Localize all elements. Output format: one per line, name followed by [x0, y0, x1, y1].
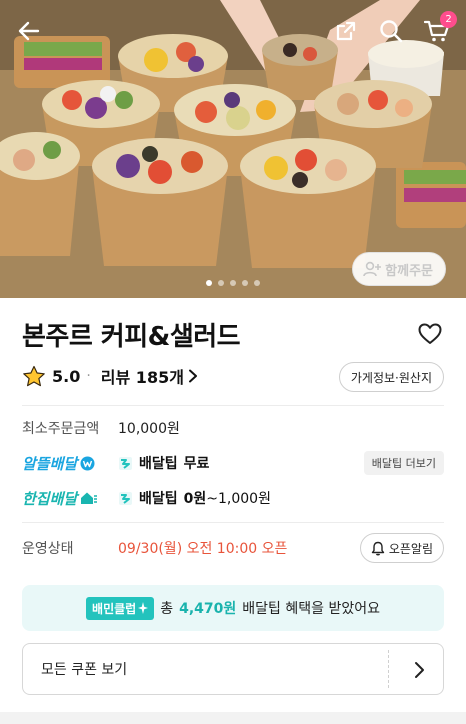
benefit-suffix: 배달팁 혜택을 받았어요 [242, 601, 380, 617]
divider [22, 405, 444, 406]
bell-icon [371, 541, 385, 555]
back-arrow-icon [18, 21, 40, 41]
saver-delivery-tip: 배달팁 무료 [118, 453, 209, 473]
sparkle-icon [138, 602, 149, 614]
single-delivery-house-icon [81, 492, 98, 504]
review-link[interactable]: 리뷰 185개 [101, 364, 198, 388]
status-label: 운영상태 [22, 541, 74, 557]
coupon-label: 모든 쿠폰 보기 [41, 662, 128, 678]
carousel-dot [230, 280, 236, 286]
single-tip-label: 배달팁 [139, 491, 178, 507]
carousel-dot [206, 280, 212, 286]
benefit-amount: 4,470원 [179, 601, 237, 617]
single-delivery-row: 한집배달 배달팁 0원 ~1,000원 [22, 485, 444, 511]
share-button[interactable] [329, 14, 363, 48]
separator-dot: · [86, 368, 91, 384]
open-time: 09/30(월) 오전 10:00 오픈 [118, 541, 288, 557]
baemin-club-badge: 배민클럽 [86, 596, 155, 620]
favorite-button[interactable] [418, 323, 442, 349]
benefit-prefix: 총 [160, 601, 174, 617]
saver-delivery-icon [80, 456, 95, 470]
club-benefit-banner[interactable]: 배민클럽 총 4,470원 배달팁 혜택을 받았어요 [22, 585, 444, 631]
coupon-separator [388, 650, 389, 688]
chevron-right-icon [188, 369, 197, 383]
review-count: 리뷰 185개 [100, 368, 184, 387]
status-row: 운영상태 09/30(월) 오전 10:00 오픈 오픈알림 [22, 533, 444, 563]
carousel-dot [254, 280, 260, 286]
chevron-right-icon [415, 662, 424, 678]
add-person-icon [363, 261, 382, 277]
min-order-row: 최소주문금액 10,000원 [22, 417, 444, 439]
share-icon [336, 21, 356, 41]
hero-image[interactable]: 2 함께주문 [0, 0, 466, 298]
delivery-tip-icon [119, 456, 132, 470]
carousel-dot [218, 280, 224, 286]
group-order-label: 함께주문 [385, 263, 433, 279]
search-button[interactable] [374, 14, 408, 48]
rating-row: 5.0 · 리뷰 185개 [22, 364, 198, 388]
carousel-indicator [0, 280, 466, 286]
search-icon [380, 20, 403, 43]
single-delivery-tip: 배달팁 0원 ~1,000원 [118, 488, 271, 508]
single-delivery-text: 한집배달 [22, 489, 78, 508]
club-badge-text: 배민클럽 [92, 601, 137, 616]
saver-delivery-label: 알뜰배달 [22, 453, 118, 474]
heart-icon [418, 323, 442, 344]
single-tip-value: 0원 [183, 491, 207, 507]
cart-button[interactable]: 2 [420, 11, 457, 48]
rating-value: 5.0 [52, 366, 81, 386]
saver-delivery-text: 알뜰배달 [22, 454, 78, 473]
store-info-button[interactable]: 가게정보·원산지 [338, 362, 444, 392]
all-coupons-button[interactable]: 모든 쿠폰 보기 [22, 643, 444, 695]
cart-count-badge: 2 [440, 11, 457, 28]
store-name: 본주르 커피&샐러드 [22, 322, 241, 352]
carousel-dot [242, 280, 248, 286]
open-alarm-label: 오픈알림 [388, 541, 433, 556]
delivery-tip-icon [119, 491, 132, 505]
single-delivery-label: 한집배달 [22, 488, 118, 509]
saver-tip-label: 배달팁 [139, 456, 178, 472]
min-order-value: 10,000원 [118, 421, 180, 437]
divider [22, 522, 444, 523]
section-gap [0, 712, 466, 724]
min-order-label: 최소주문금액 [22, 421, 100, 437]
saver-delivery-row: 알뜰배달 배달팁 무료 배달팁 더보기 [22, 450, 444, 476]
single-tip-range: ~1,000원 [206, 491, 271, 507]
saver-tip-value: 무료 [183, 456, 210, 472]
back-button[interactable] [12, 14, 46, 48]
star-icon [23, 365, 45, 386]
open-alarm-button[interactable]: 오픈알림 [359, 533, 444, 563]
delivery-tip-more-button[interactable]: 배달팁 더보기 [363, 451, 444, 475]
